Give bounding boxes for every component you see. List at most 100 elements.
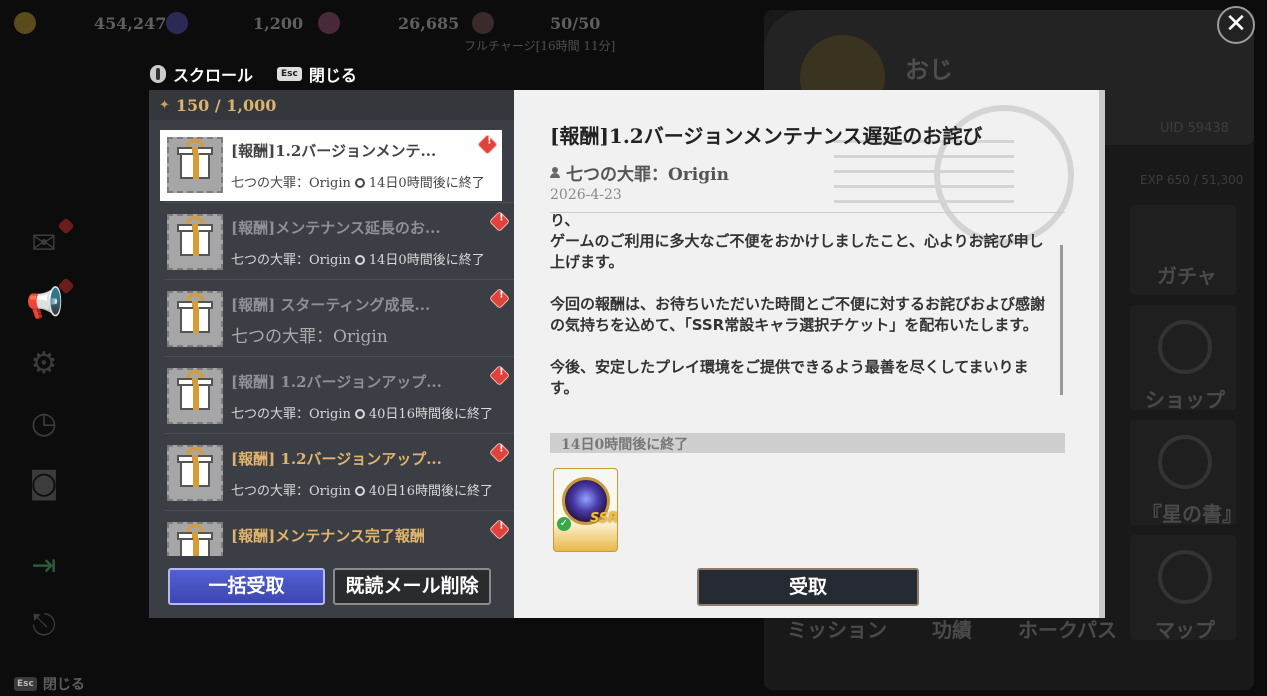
stamina-recharge-text: フルチャージ[16時間 11分]	[464, 39, 616, 53]
mail-item-title: [報酬] 1.2バージョンアップ...	[231, 450, 442, 468]
tile-star-book-label: 『星の書』	[1142, 502, 1242, 526]
unread-badge-icon	[490, 443, 509, 462]
list-item[interactable]: [報酬] 1.2バージョンアップ... 七つの大罪：Origin 40日16時間後…	[160, 356, 514, 432]
tile-map-label: マップ	[1155, 618, 1215, 642]
esc-key-icon: Esc	[277, 67, 302, 81]
mail-modal: ✦ 150 / 1,000 [報酬]1.2バージョンメンテ... 七つの大罪：O…	[149, 90, 1105, 618]
list-item[interactable]: [報酬] スターティング成長... 七つの大罪：Origin	[160, 279, 514, 355]
resource-moon-gem: 26,685	[318, 12, 459, 34]
gift-box-icon	[167, 137, 223, 193]
close-hint[interactable]: Esc 閉じる	[277, 62, 357, 86]
mail-item-title: [報酬]メンテナンス完了報酬	[231, 527, 425, 545]
resource-moon-gem-value: 26,685	[398, 13, 460, 33]
list-item[interactable]: [報酬]メンテナンス完了報酬	[160, 510, 514, 556]
list-item[interactable]: [報酬]メンテナンス延長のお... 七つの大罪：Origin 14日0時間後に終了	[160, 202, 514, 278]
clock-icon	[354, 255, 365, 265]
bulk-claim-button[interactable]: 一括受取	[168, 568, 325, 605]
gold-coin-icon	[14, 12, 36, 34]
megaphone-icon[interactable]: 📢	[26, 286, 63, 322]
book-icon	[1158, 435, 1212, 489]
mail-list[interactable]: [報酬]1.2バージョンメンテ... 七つの大罪：Origin 14日0時間後に終…	[160, 130, 514, 556]
unread-badge-icon	[490, 366, 509, 385]
mail-item-title: [報酬]メンテナンス延長のお...	[231, 219, 441, 237]
ssr-badge: SSR	[590, 511, 618, 526]
clock-icon	[354, 486, 365, 496]
mail-list-panel: ✦ 150 / 1,000 [報酬]1.2バージョンメンテ... 七つの大罪：O…	[149, 90, 514, 618]
mail-item-title: [報酬]1.2バージョンメンテ...	[231, 142, 437, 160]
gift-box-icon	[167, 522, 223, 556]
clock-icon[interactable]: ◷	[26, 406, 62, 442]
close-button[interactable]: ✕	[1217, 6, 1255, 44]
mail-item-expiry: 14日0時間後に終了	[368, 253, 485, 268]
mail-sender: 七つの大罪：Origin	[550, 160, 729, 185]
map-icon	[1158, 550, 1212, 604]
list-item[interactable]: [報酬] 1.2バージョンアップ... 七つの大罪：Origin 40日16時間後…	[160, 433, 514, 509]
tile-shop-label: ショップ	[1145, 388, 1225, 412]
mail-sender-name: 七つの大罪：Origin	[566, 165, 729, 185]
divider	[165, 433, 514, 434]
gift-box-icon	[167, 445, 223, 501]
mail-count: 150 / 1,000	[175, 95, 277, 115]
tile-feats-label: 功績	[932, 618, 972, 642]
logout-icon[interactable]: ⎋	[26, 608, 62, 644]
resource-stamina: 50/50	[472, 12, 600, 34]
mail-item-sender: 七つの大罪：Origin	[231, 327, 388, 347]
gift-box-icon	[167, 214, 223, 270]
tile-gacha-label: ガチャ	[1157, 264, 1217, 288]
divider	[165, 356, 514, 357]
divider	[165, 202, 514, 203]
panel-edge	[1099, 90, 1105, 618]
tile-hawk-pass-label: ホークパス	[1018, 618, 1117, 642]
mail-item-sender: 七つの大罪：Origin	[231, 176, 351, 191]
control-hints: スクロール Esc 閉じる	[150, 62, 371, 86]
resource-star-gem: 1,200	[166, 12, 303, 34]
mail-item-sub: 七つの大罪：Origin 40日16時間後に終了	[231, 403, 493, 422]
mail-body-scroll[interactable]: り、 ゲームのご利用に多大なご不便をおかけしましたこと、心よりお詫び申し上げます…	[550, 214, 1055, 410]
unread-badge-icon	[490, 520, 509, 539]
mail-count-bar: ✦ 150 / 1,000	[149, 90, 514, 120]
divider	[165, 510, 514, 511]
mail-body-text: り、 ゲームのご利用に多大なご不便をおかけしましたこと、心よりお詫び申し上げます…	[550, 214, 1046, 397]
mail-body-scrollbar[interactable]	[1060, 245, 1063, 395]
list-item[interactable]: [報酬]1.2バージョンメンテ... 七つの大罪：Origin 14日0時間後に終…	[160, 130, 502, 201]
mail-icon[interactable]: ✉	[26, 226, 62, 262]
uid-text: UID 59438	[1160, 121, 1229, 136]
person-icon	[550, 167, 560, 178]
star-gem-icon	[166, 12, 188, 34]
mail-item-sender: 七つの大罪：Origin	[231, 407, 351, 422]
scroll-hint: スクロール	[150, 62, 253, 86]
close-hint-label: 閉じる	[308, 66, 357, 85]
exit-running-icon[interactable]: ⇥	[26, 548, 62, 584]
mail-detail-title: [報酬]1.2バージョンメンテナンス遅延のお詫び	[550, 124, 983, 148]
resource-star-gem-value: 1,200	[253, 13, 304, 33]
mail-detail-panel: [報酬]1.2バージョンメンテナンス遅延のお詫び 七つの大罪：Origin 20…	[514, 90, 1099, 618]
mail-date: 2026-4-23	[550, 187, 622, 203]
unread-badge-icon	[490, 212, 509, 231]
claim-button[interactable]: 受取	[697, 568, 919, 606]
mail-item-sub: 七つの大罪：Origin 40日16時間後に終了	[231, 480, 493, 499]
close-icon: ✕	[1225, 9, 1247, 39]
unread-badge-icon	[490, 289, 509, 308]
mail-item-title: [報酬] スターティング成長...	[231, 296, 431, 314]
tile-mission-label: ミッション	[787, 618, 887, 642]
esc-key-icon: Esc	[14, 677, 37, 691]
unread-badge-icon	[478, 135, 497, 154]
mail-item-title: [報酬] 1.2バージョンアップ...	[231, 373, 442, 391]
profile-name: おじ	[905, 56, 953, 84]
gear-icon[interactable]: ⚙	[26, 346, 62, 382]
camera-icon[interactable]: ◙	[26, 466, 62, 502]
divider	[550, 212, 1065, 213]
expiry-text: 14日0時間後に終了	[561, 437, 689, 453]
clock-icon	[354, 409, 365, 419]
mail-item-expiry: 40日16時間後に終了	[368, 484, 493, 499]
scroll-hint-label: スクロール	[173, 66, 254, 85]
expiry-bar: 14日0時間後に終了	[550, 433, 1065, 453]
mail-item-sender: 七つの大罪：Origin	[231, 253, 351, 268]
check-icon: ✓	[557, 517, 571, 531]
delete-read-button[interactable]: 既読メール削除	[333, 568, 491, 605]
resource-gold-value: 454,247	[94, 13, 167, 33]
money-bag-icon	[1158, 320, 1212, 374]
background-close-hint[interactable]: Esc 閉じる	[14, 674, 85, 694]
reward-item-card[interactable]: SSR ✓	[553, 468, 618, 552]
resource-stamina-value: 50/50	[550, 13, 601, 33]
